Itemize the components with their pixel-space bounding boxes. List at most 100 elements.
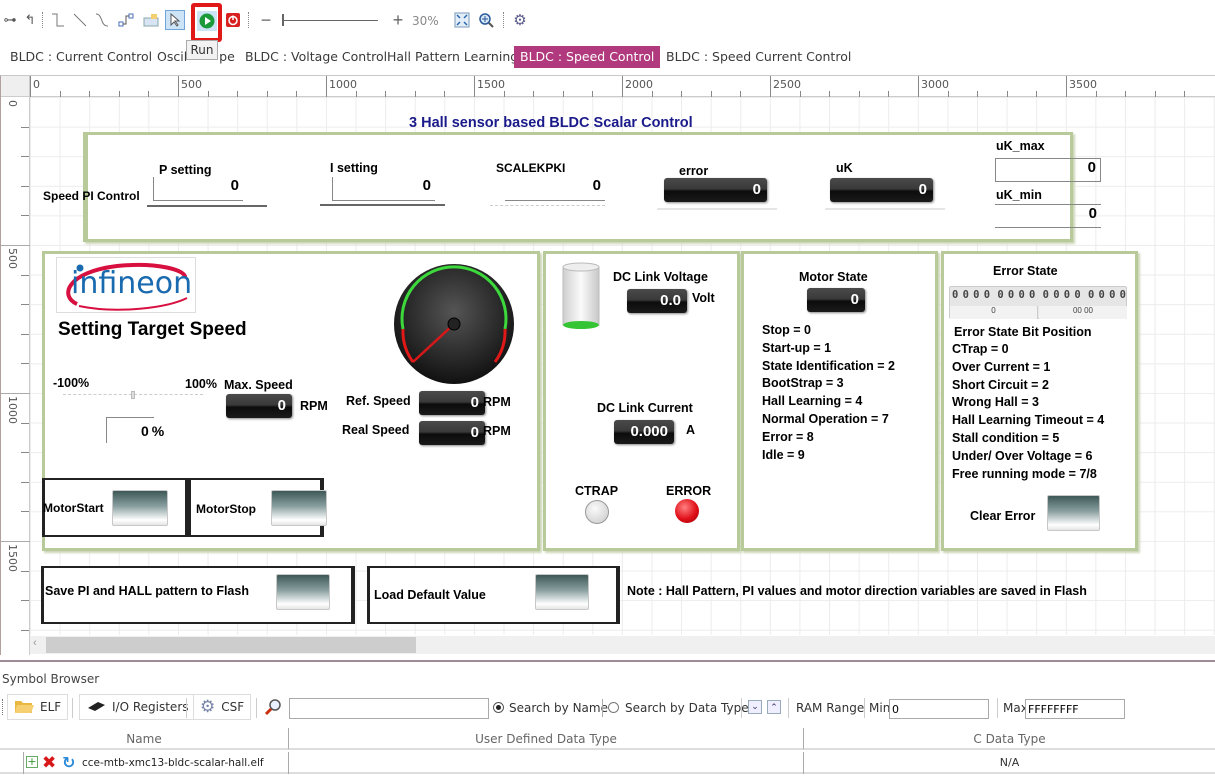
column-header-user-type[interactable]: User Defined Data Type — [288, 728, 803, 750]
error-bit: 0 — [1063, 289, 1071, 301]
horizontal-scrollbar[interactable]: ‹ — [30, 636, 1215, 654]
tab-voltage-control[interactable]: BLDC : Voltage Control — [239, 46, 393, 68]
ruler-minor-tick — [21, 363, 29, 365]
zoom-in-icon[interactable]: + — [388, 10, 408, 30]
ruler-minor-tick — [21, 570, 29, 572]
connector-icon[interactable]: ⊶ — [0, 10, 20, 30]
i-setting-input[interactable]: 0 — [332, 177, 435, 201]
save-flash-label: Save PI and HALL pattern to Flash — [45, 584, 249, 598]
p-setting-slider[interactable] — [147, 205, 267, 213]
separator — [72, 698, 73, 718]
elf-file-name: cce-mtb-xmc13-bldc-scalar-hall.elf — [82, 757, 264, 769]
ruler-minor-tick — [21, 185, 29, 187]
toolbar: ⊶ ↰ − + 30% ⚙ — [0, 0, 1215, 44]
fit-to-window-icon[interactable] — [452, 10, 472, 30]
ruler-minor-tick — [21, 274, 29, 276]
expand-all-icon[interactable]: ⌄ — [748, 700, 762, 714]
search-by-name-label: Search by Name — [509, 701, 608, 715]
symbol-search-input[interactable] — [289, 698, 489, 719]
error-slider[interactable] — [657, 208, 777, 216]
line-orthogonal-icon[interactable] — [48, 10, 68, 30]
tab-speed-current-control[interactable]: BLDC : Speed Current Control — [660, 46, 857, 68]
uk-slider[interactable] — [825, 208, 945, 216]
load-default-button[interactable] — [535, 574, 589, 610]
folder-open-icon — [14, 698, 34, 717]
legend-item: Short Circuit = 2 — [952, 377, 1049, 392]
uk-min-input[interactable]: 0 — [995, 204, 1101, 228]
ruler-major-tick — [918, 76, 919, 97]
remove-icon[interactable]: ✖ — [42, 753, 56, 773]
search-by-name-radio[interactable] — [493, 702, 504, 713]
motor-start-button[interactable] — [112, 490, 168, 526]
ruler-minor-tick — [21, 629, 29, 631]
zoom-slider[interactable] — [282, 12, 390, 28]
uk-max-input[interactable]: 0 — [995, 158, 1101, 182]
target-speed-slider-thumb[interactable] — [131, 391, 135, 399]
line-curve-icon[interactable] — [92, 10, 112, 30]
separator — [186, 698, 187, 718]
connector-step-icon[interactable]: ↰ — [20, 10, 40, 30]
error-bit: 0 — [1074, 289, 1081, 301]
ruler-minor-tick — [21, 333, 29, 335]
ruler-minor-tick — [21, 481, 29, 483]
scalekpki-slider[interactable] — [490, 205, 605, 213]
target-speed-percent[interactable]: 0% — [106, 417, 164, 443]
ruler-label: 2500 — [773, 78, 801, 91]
image-widget-icon[interactable] — [141, 10, 161, 30]
elf-button[interactable]: ELF — [7, 694, 69, 720]
horizontal-scrollbar-thumb[interactable] — [46, 637, 416, 653]
reload-icon[interactable]: ↻ — [62, 753, 75, 772]
ruler-label: 500 — [181, 78, 202, 91]
speed-pi-label: Speed PI Control — [43, 189, 140, 203]
scalekpki-input[interactable]: 0 — [505, 177, 605, 201]
csf-button[interactable]: ⚙ CSF — [193, 694, 252, 720]
p-setting-input[interactable]: 0 — [153, 177, 243, 201]
real-speed-label: Real Speed — [342, 423, 410, 437]
target-speed-percent-value: 0 — [141, 423, 149, 439]
tab-speed-control[interactable]: BLDC : Speed Control — [514, 46, 661, 68]
legend-item: BootStrap = 3 — [762, 376, 844, 391]
error-bits-readout-left: 0 — [950, 306, 1038, 319]
error-bit: 0 — [1042, 289, 1049, 301]
connector-bend-icon[interactable] — [116, 10, 136, 30]
ref-speed-label: Ref. Speed — [346, 394, 411, 408]
column-header-c-type[interactable]: C Data Type — [803, 728, 1215, 750]
clear-error-button[interactable] — [1047, 495, 1100, 531]
save-flash-button[interactable] — [276, 574, 330, 610]
legend-item: Stop = 0 — [762, 323, 811, 337]
pointer-icon[interactable] — [165, 10, 185, 30]
io-registers-button[interactable]: I/O Registers — [79, 694, 196, 720]
stop-icon[interactable] — [223, 10, 243, 30]
settings-icon[interactable]: ⚙ — [510, 10, 530, 30]
tab-current-control[interactable]: BLDC : Current Control — [4, 46, 158, 68]
zoom-out-icon[interactable]: − — [256, 10, 276, 30]
load-default-label: Load Default Value — [374, 588, 486, 602]
ruler-minor-tick — [21, 422, 29, 424]
ruler-minor-tick — [21, 600, 29, 602]
scroll-left-icon[interactable]: ‹ — [33, 637, 37, 649]
separator — [256, 698, 257, 718]
target-speed-slider[interactable] — [63, 391, 203, 404]
ruler-minor-tick — [21, 452, 29, 454]
infineon-logo: infineon — [56, 257, 196, 313]
motor-state-label: Motor State — [799, 270, 868, 284]
error-bit: 0 — [962, 289, 969, 301]
line-straight-icon[interactable] — [70, 10, 90, 30]
search-icon[interactable] — [264, 698, 282, 719]
tab-hall-pattern-learning[interactable]: Hall Pattern Learning — [381, 46, 524, 68]
motor-stop-button[interactable] — [271, 490, 327, 526]
zoom-magnify-icon[interactable] — [476, 10, 496, 30]
ram-max-input[interactable] — [1025, 699, 1125, 719]
ruler-label: 3000 — [921, 78, 949, 91]
collapse-all-icon[interactable]: ⌃ — [767, 700, 781, 714]
i-setting-slider[interactable] — [320, 204, 445, 212]
column-header-name[interactable]: Name — [0, 728, 288, 750]
ram-min-input[interactable] — [889, 699, 989, 719]
table-row[interactable]: + ✖ ↻ cce-mtb-xmc13-bldc-scalar-hall.elf… — [0, 752, 1215, 774]
ruler-major-tick — [1, 245, 30, 246]
search-by-data-type-radio[interactable] — [608, 702, 619, 713]
dc-voltage-label: DC Link Voltage — [613, 270, 708, 284]
target-speed-heading: Setting Target Speed — [58, 319, 247, 340]
error-bit: 0 — [973, 289, 980, 301]
expand-tree-icon[interactable]: + — [26, 756, 38, 768]
